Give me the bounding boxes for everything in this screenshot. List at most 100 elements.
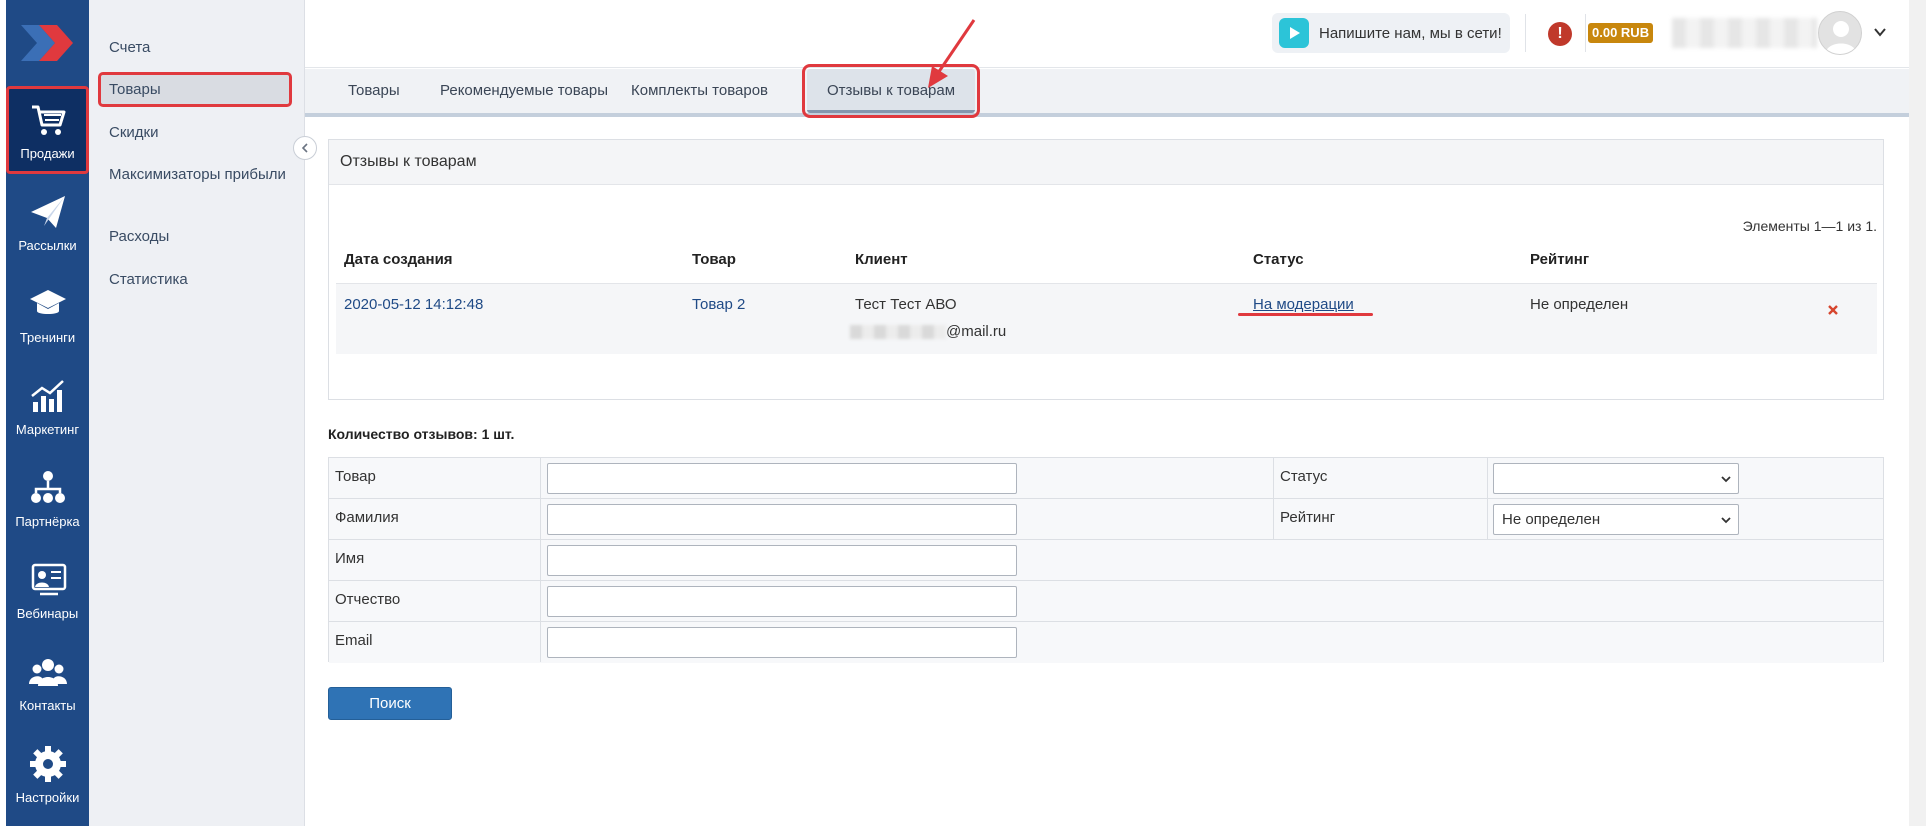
tab-product-bundles[interactable]: Комплекты товаров (611, 69, 788, 113)
balance-badge[interactable]: 0.00 RUB (1588, 23, 1654, 43)
subnav-item-invoices[interactable]: Счета (100, 32, 290, 63)
annotation-arrow-icon (928, 19, 976, 88)
page-scrollbar[interactable] (1909, 0, 1926, 826)
column-header-product[interactable]: Товар (692, 251, 736, 268)
firstname-input[interactable] (547, 545, 1017, 576)
filter-row: Отчество (329, 581, 1883, 622)
alert-icon[interactable]: ! (1548, 22, 1572, 46)
rail-item-label: Рассылки (18, 237, 77, 253)
rail-item-contacts[interactable]: Контакты (6, 638, 89, 726)
chart-bars-icon (30, 379, 64, 412)
partner-network-icon (30, 470, 65, 503)
pagination-summary: Элементы 1—1 из 1. (1742, 218, 1877, 234)
review-status[interactable]: На модерации (1253, 296, 1354, 313)
subnav-item-discounts[interactable]: Скидки (100, 117, 290, 148)
firstname-label: Имя (335, 550, 365, 567)
lastname-label: Фамилия (335, 509, 399, 526)
graduation-cap-icon (29, 289, 66, 314)
subnav-item-profit-maximizers[interactable]: Максимизаторы прибыли (100, 159, 290, 190)
rail-item-partners[interactable]: Партнёрка (6, 454, 89, 542)
user-name-blurred[interactable] (1672, 18, 1817, 48)
divider (540, 499, 541, 539)
avatar[interactable] (1818, 11, 1862, 55)
divider (1585, 14, 1586, 52)
chevron-down-icon (1721, 517, 1731, 524)
divider (1525, 14, 1526, 52)
divider (540, 581, 541, 621)
rail-item-label: Маркетинг (15, 421, 80, 437)
divider (1487, 458, 1488, 498)
patronymic-input[interactable] (547, 586, 1017, 617)
email-input[interactable] (547, 627, 1017, 658)
tab-recommended-products[interactable]: Рекомендуемые товары (420, 69, 628, 113)
reviews-filter-form: Товар Статус Фамилия Рейтинг Не определе… (328, 457, 1884, 663)
tab-products[interactable]: Товары (328, 69, 420, 113)
product-input[interactable] (547, 463, 1017, 494)
subnav-item-products[interactable]: Товары (98, 72, 292, 107)
divider (1487, 499, 1488, 539)
email-blurred (850, 325, 946, 340)
subnav-item-statistics[interactable]: Статистика (100, 264, 290, 295)
search-button[interactable]: Поиск (328, 687, 452, 720)
chevron-down-icon (1721, 476, 1731, 483)
panel-title: Отзывы к товарам (329, 140, 1883, 185)
review-date-link[interactable]: 2020-05-12 14:12:48 (344, 296, 483, 313)
rail-item-label: Настройки (15, 789, 80, 805)
divider (540, 540, 541, 580)
status-link[interactable]: На модерации (1253, 296, 1354, 313)
chat-button[interactable]: Напишите нам, мы в сети! (1272, 13, 1510, 53)
logo[interactable] (6, 0, 89, 85)
play-icon (1279, 18, 1309, 48)
divider (1273, 499, 1274, 539)
email-domain: @mail.ru (946, 323, 1007, 340)
review-product-link[interactable]: Товар 2 (692, 296, 745, 313)
logo-chevrons-icon (20, 24, 73, 61)
rail-item-sales[interactable]: Продажи (6, 86, 89, 174)
status-label: Статус (1280, 468, 1328, 485)
rail-item-marketing[interactable]: Маркетинг (6, 362, 89, 450)
rail-item-label: Продажи (20, 145, 75, 161)
user-avatar-icon (1825, 21, 1857, 54)
rating-select[interactable]: Не определен (1493, 504, 1739, 535)
rail-item-label: Тренинги (19, 329, 76, 345)
email-label: Email (335, 632, 373, 649)
filter-row: Фамилия Рейтинг Не определен (329, 499, 1883, 540)
delete-icon[interactable] (1827, 304, 1839, 316)
webinar-icon (31, 563, 66, 595)
chevron-left-icon (301, 143, 308, 153)
patronymic-label: Отчество (335, 591, 401, 608)
main-rail: Продажи Рассылки Тренинги Маркетинг Парт… (6, 0, 89, 826)
rating-select-value: Не определен (1502, 511, 1601, 528)
filter-row: Имя (329, 540, 1883, 581)
subnav-item-expenses[interactable]: Расходы (100, 221, 290, 252)
column-header-client[interactable]: Клиент (855, 251, 908, 268)
rail-item-label: Контакты (19, 697, 76, 713)
rail-item-settings[interactable]: Настройки (6, 730, 89, 818)
column-header-status[interactable]: Статус (1253, 251, 1304, 268)
rail-item-trainings[interactable]: Тренинги (6, 270, 89, 358)
top-bar: Напишите нам, мы в сети! ! 0.00 RUB (305, 0, 1909, 68)
table-row (336, 283, 1877, 354)
product-label: Товар (335, 468, 376, 485)
paper-plane-icon (30, 195, 65, 228)
reviews-count: Количество отзывов: 1 шт. (328, 426, 515, 442)
rail-item-mailings[interactable]: Рассылки (6, 178, 89, 266)
chevron-down-icon[interactable] (1873, 25, 1887, 39)
rating-label: Рейтинг (1280, 509, 1336, 526)
divider (540, 622, 541, 662)
annotation-underline (1238, 313, 1373, 316)
status-select[interactable] (1493, 463, 1739, 494)
reviews-panel: Отзывы к товарам Элементы 1—1 из 1. Дата… (328, 139, 1884, 400)
users-icon (28, 658, 67, 686)
rail-item-webinars[interactable]: Вебинары (6, 546, 89, 634)
collapse-sidebar-button[interactable] (293, 136, 317, 160)
gear-icon (29, 745, 66, 782)
column-header-rating[interactable]: Рейтинг (1530, 251, 1589, 268)
rail-item-label: Партнёрка (15, 513, 80, 529)
lastname-input[interactable] (547, 504, 1017, 535)
filter-row: Товар Статус (329, 458, 1883, 499)
product-tabs: Товары Рекомендуемые товары Комплекты то… (305, 64, 1909, 118)
column-header-date[interactable]: Дата создания (344, 251, 453, 268)
divider (540, 458, 541, 498)
sales-subnav: Счета Товары Скидки Максимизаторы прибыл… (89, 0, 305, 826)
